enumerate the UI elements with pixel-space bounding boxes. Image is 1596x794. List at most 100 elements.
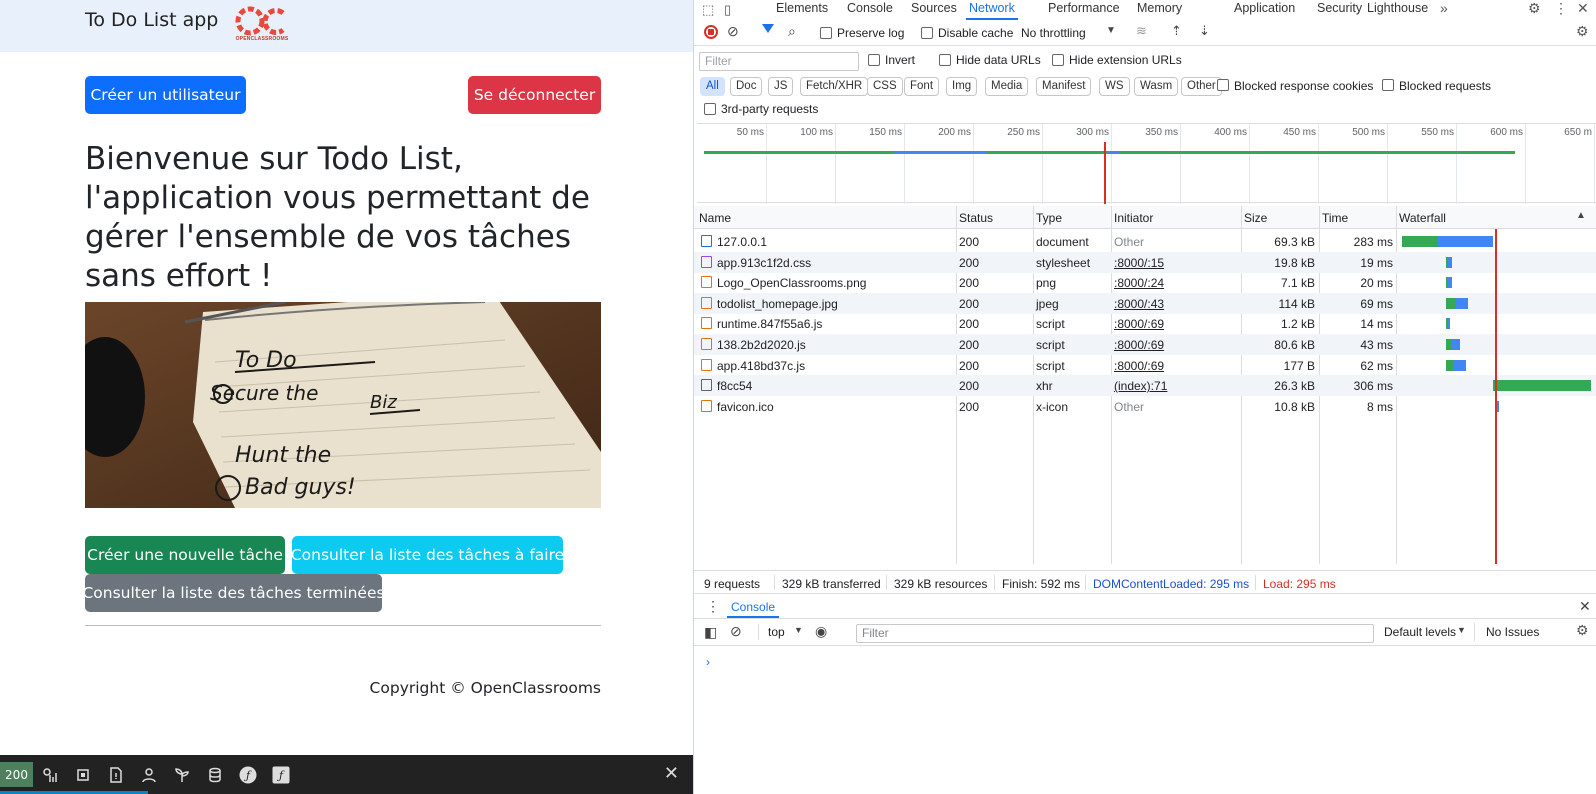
request-initiator[interactable]: :8000/:69 <box>1114 359 1164 373</box>
type-filter-manifest[interactable]: Manifest <box>1036 77 1092 96</box>
chevron-down-icon[interactable]: ▼ <box>794 625 803 635</box>
timeline-icon[interactable] <box>33 755 66 794</box>
close-icon[interactable]: ✕ <box>664 763 679 784</box>
console-settings-icon[interactable]: ⚙ <box>1576 622 1589 639</box>
record-icon[interactable] <box>704 25 718 39</box>
table-row[interactable]: Logo_OpenClassrooms.png 200 png:8000/:24 7.… <box>694 272 1596 293</box>
live-expression-icon[interactable]: ◉ <box>815 623 827 640</box>
database-icon[interactable] <box>198 755 231 794</box>
type-filter-media[interactable]: Media <box>985 77 1029 96</box>
more-tabs-icon[interactable]: » <box>1440 0 1448 16</box>
new-task-button[interactable]: Créer une nouvelle tâche <box>85 536 285 574</box>
device-toolbar-icon[interactable]: ▯ <box>724 2 731 18</box>
type-filter-css[interactable]: CSS <box>867 77 903 96</box>
col-time[interactable]: Time <box>1322 211 1348 225</box>
col-initiator[interactable]: Initiator <box>1114 211 1153 225</box>
search-icon[interactable]: ⌕ <box>788 23 796 40</box>
request-initiator[interactable]: :8000/:69 <box>1114 338 1164 352</box>
symfony-icon[interactable]: ƒ <box>231 755 264 794</box>
blocked-cookies-checkbox[interactable] <box>1217 79 1229 91</box>
import-har-icon[interactable]: ⇡ <box>1171 23 1182 39</box>
col-type[interactable]: Type <box>1036 211 1062 225</box>
user-icon[interactable] <box>132 755 165 794</box>
close-drawer-icon[interactable]: ✕ <box>1579 598 1591 615</box>
disable-cache-checkbox[interactable] <box>921 27 933 39</box>
status-badge[interactable]: 200 <box>0 762 33 787</box>
table-row[interactable]: app.418bd37c.js 200 script:8000/:69 177 B 62… <box>694 355 1596 376</box>
clear-console-icon[interactable]: ⊘ <box>730 623 742 640</box>
tab-performance[interactable]: Performance <box>1048 0 1120 20</box>
context-select[interactable]: top <box>768 625 785 639</box>
col-size[interactable]: Size <box>1244 211 1267 225</box>
type-filter-doc[interactable]: Doc <box>730 77 763 96</box>
type-filter-font[interactable]: Font <box>904 77 940 96</box>
col-name[interactable]: Name <box>699 211 731 225</box>
hide-data-urls-checkbox[interactable] <box>939 54 951 66</box>
settings-icon[interactable]: ⚙ <box>1528 0 1541 17</box>
third-party-checkbox[interactable] <box>704 103 716 115</box>
brand[interactable]: To Do List app <box>85 9 218 31</box>
chevron-down-icon[interactable]: ▼ <box>1457 625 1466 635</box>
blocked-requests-checkbox[interactable] <box>1382 79 1394 91</box>
clear-icon[interactable]: ⊘ <box>727 23 739 40</box>
throttling-select[interactable]: No throttling <box>1021 26 1086 40</box>
logout-button[interactable]: Se déconnecter <box>468 76 601 114</box>
sort-asc-icon[interactable]: ▲ <box>1576 210 1586 221</box>
tab-lighthouse[interactable]: Lighthouse <box>1367 0 1428 20</box>
chevron-down-icon[interactable]: ▼ <box>1106 25 1116 36</box>
table-row[interactable]: 138.2b2d2020.js 200 script:8000/:69 80.6 kB… <box>694 334 1596 355</box>
create-user-button[interactable]: Créer un utilisateur <box>85 76 246 114</box>
request-initiator[interactable]: :8000/:24 <box>1114 276 1164 290</box>
tab-network[interactable]: Network <box>966 0 1018 20</box>
close-devtools-icon[interactable]: ✕ <box>1577 0 1589 17</box>
tab-console[interactable]: Console <box>847 0 893 20</box>
type-filter-wasm[interactable]: Wasm <box>1134 77 1179 96</box>
network-overview[interactable]: 50 ms 100 ms 150 ms 200 ms 250 ms 300 ms 350 m… <box>697 123 1596 204</box>
type-filter-other[interactable]: Other <box>1181 77 1222 96</box>
twig-icon[interactable] <box>165 755 198 794</box>
col-waterfall[interactable]: Waterfall <box>1399 211 1446 225</box>
console-filter-input[interactable]: Filter <box>856 624 1374 643</box>
tab-application[interactable]: Application <box>1234 0 1295 20</box>
default-levels-select[interactable]: Default levels <box>1384 625 1456 639</box>
symfony-version-icon[interactable]: ƒ <box>264 755 297 794</box>
filter-icon[interactable] <box>762 24 774 33</box>
memory-icon[interactable] <box>66 755 99 794</box>
sidebar-toggle-icon[interactable]: ◧ <box>704 624 717 641</box>
table-row[interactable]: 127.0.0.1 200 document Other 69.3 kB 283 ms <box>694 231 1596 252</box>
type-filter-img[interactable]: Img <box>946 77 978 96</box>
openclassrooms-logo[interactable]: OPENCLASSROOMS <box>233 4 291 44</box>
col-status[interactable]: Status <box>959 211 993 225</box>
type-filter-js[interactable]: JS <box>768 77 794 96</box>
request-initiator[interactable]: :8000/:15 <box>1114 256 1164 270</box>
request-initiator[interactable]: (index):71 <box>1114 379 1167 393</box>
tab-security[interactable]: Security <box>1317 0 1362 20</box>
request-initiator[interactable]: :8000/:43 <box>1114 297 1164 311</box>
export-har-icon[interactable]: ⇣ <box>1199 23 1210 39</box>
table-row[interactable]: runtime.847f55a6.js 200 script:8000/:69 1.2… <box>694 313 1596 334</box>
type-filter-all[interactable]: All <box>700 77 725 96</box>
tab-sources[interactable]: Sources <box>911 0 957 20</box>
wifi-icon[interactable]: ≋ <box>1136 23 1147 39</box>
table-row[interactable]: favicon.ico 200 x-icon Other 10.8 kB 8 ms <box>694 396 1596 417</box>
table-row[interactable]: todolist_homepage.jpg 200 jpeg:8000/:43 114… <box>694 292 1596 314</box>
type-filter-fetch[interactable]: Fetch/XHR <box>800 77 869 96</box>
drawer-tab-console[interactable]: Console <box>727 600 780 618</box>
inspect-icon[interactable]: ⬚ <box>702 2 714 18</box>
filter-input[interactable]: Filter <box>699 52 859 71</box>
hide-extension-urls-checkbox[interactable] <box>1052 54 1064 66</box>
form-icon[interactable] <box>99 755 132 794</box>
preserve-log-checkbox[interactable] <box>820 27 832 39</box>
tab-elements[interactable]: Elements <box>776 0 828 20</box>
done-list-button[interactable]: Consulter la liste des tâches terminées <box>82 574 385 612</box>
tab-memory[interactable]: Memory <box>1137 0 1182 20</box>
request-initiator[interactable]: :8000/:69 <box>1114 317 1164 331</box>
type-filter-ws[interactable]: WS <box>1099 77 1130 96</box>
more-options-icon[interactable]: ⋮ <box>1554 0 1568 17</box>
table-row[interactable]: app.913c1f2d.css 200 stylesheet:8000/:15 19… <box>694 251 1596 273</box>
table-row[interactable]: f8cc54 200 xhr (index):71 26.3 kB 306 ms <box>694 375 1596 397</box>
issues-count[interactable]: No Issues <box>1486 625 1539 639</box>
console-prompt-icon[interactable]: › <box>706 655 710 669</box>
drawer-menu-icon[interactable]: ⋮ <box>706 598 720 615</box>
network-settings-icon[interactable]: ⚙ <box>1576 23 1589 40</box>
